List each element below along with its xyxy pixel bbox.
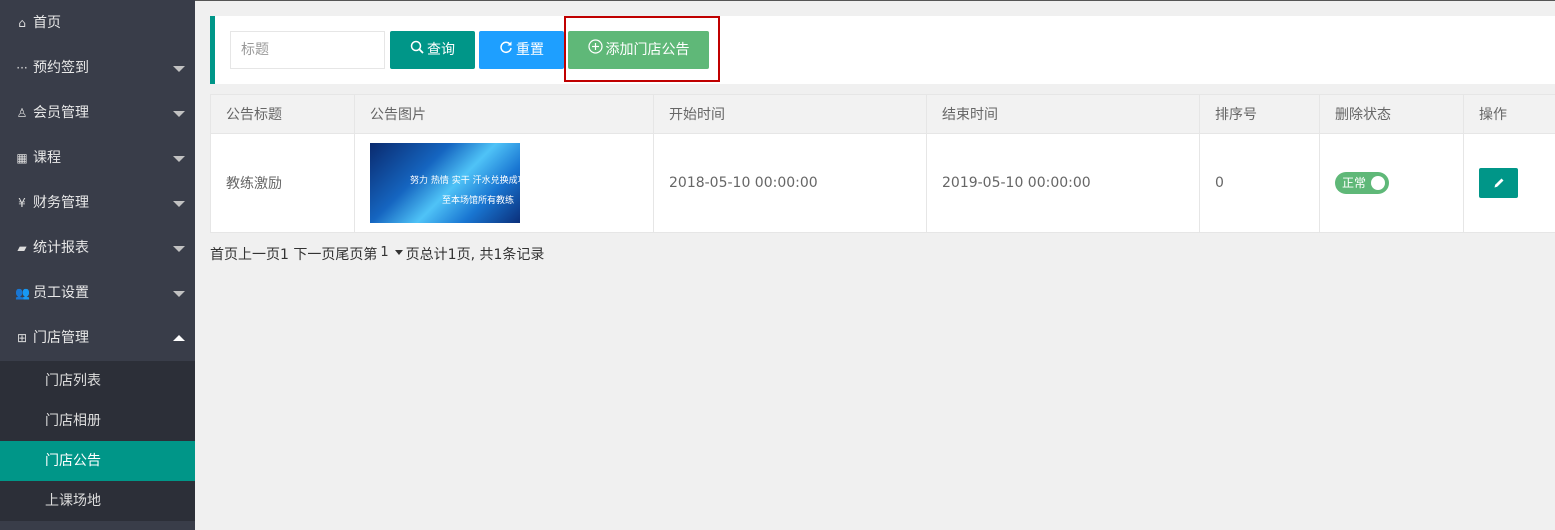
table-header-row: 公告标题 公告图片 开始时间 结束时间 排序号 删除状态 操作 bbox=[210, 94, 1555, 134]
column-header-image: 公告图片 bbox=[354, 94, 654, 134]
yen-icon: ¥ bbox=[18, 196, 26, 210]
sidebar-item-finance[interactable]: ¥ 财务管理 bbox=[0, 181, 195, 226]
refresh-icon bbox=[499, 31, 513, 69]
cell-sort: 0 bbox=[1199, 133, 1320, 233]
image-caption-2: 至本场馆所有教练 bbox=[442, 196, 515, 206]
top-border bbox=[0, 0, 1555, 1]
chevron-down-icon bbox=[173, 291, 185, 297]
status-label: 正常 bbox=[1342, 176, 1367, 190]
report-icon: ▰ bbox=[17, 241, 27, 255]
sidebar-subitem-store-album[interactable]: 门店相册 bbox=[0, 401, 195, 441]
cell-image: 努力 热情 实干 汗水兑换成功 至本场馆所有教练 bbox=[354, 133, 654, 233]
sidebar-item-label: 统计报表 bbox=[33, 240, 89, 256]
page-summary: 总计1页, 共1条记录 bbox=[419, 247, 545, 263]
cell-status: 正常 bbox=[1319, 133, 1464, 233]
sidebar-item-label: 财务管理 bbox=[33, 195, 89, 211]
sidebar: ⌂ 首页 ··· 预约签到 ♙ 会员管理 ▦ 课程 ¥ 财务管理 ▰ 统计报表 👥 员工设置 … bbox=[0, 0, 195, 530]
goto-prefix: 第 bbox=[363, 247, 378, 263]
store-submenu: 门店列表 门店相册 门店公告 上课场地 bbox=[0, 361, 195, 521]
edit-button[interactable] bbox=[1479, 168, 1518, 198]
sidebar-item-label: 课程 bbox=[33, 150, 61, 166]
sidebar-item-members[interactable]: ♙ 会员管理 bbox=[0, 91, 195, 136]
chevron-down-icon bbox=[173, 111, 185, 117]
goto-suffix: 页 bbox=[405, 247, 420, 263]
notice-image: 努力 热情 实干 汗水兑换成功 至本场馆所有教练 bbox=[370, 143, 520, 223]
column-header-start-time: 开始时间 bbox=[653, 94, 927, 134]
cell-actions bbox=[1463, 133, 1555, 233]
highlight-box bbox=[564, 16, 720, 82]
column-header-title: 公告标题 bbox=[210, 94, 355, 134]
reset-label: 重置 bbox=[516, 42, 544, 58]
dropdown-arrow-icon bbox=[394, 250, 403, 255]
last-page-link[interactable]: 尾页 bbox=[335, 247, 363, 263]
chevron-down-icon bbox=[173, 246, 185, 252]
sidebar-item-booking[interactable]: ··· 预约签到 bbox=[0, 46, 195, 91]
sidebar-item-label: 预约签到 bbox=[33, 60, 89, 76]
sidebar-item-store[interactable]: ⊞ 门店管理 bbox=[0, 316, 195, 361]
sidebar-subitem-store-notice[interactable]: 门店公告 bbox=[0, 441, 195, 481]
status-toggle[interactable]: 正常 bbox=[1335, 172, 1389, 194]
user-icon: ♙ bbox=[16, 106, 28, 120]
reset-button[interactable]: 重置 bbox=[479, 31, 564, 69]
toggle-knob bbox=[1371, 176, 1385, 190]
first-page-link[interactable]: 首页 bbox=[210, 247, 238, 263]
prev-page-link[interactable]: 上一页 bbox=[238, 247, 280, 263]
dots-icon: ··· bbox=[16, 61, 28, 75]
chevron-down-icon bbox=[173, 66, 185, 72]
title-search-input[interactable] bbox=[230, 31, 385, 69]
table-row: 教练激励 努力 热情 实干 汗水兑换成功 至本场馆所有教练 2018-05-10… bbox=[210, 133, 1555, 233]
grid-icon: ▦ bbox=[16, 151, 28, 165]
sidebar-item-label: 首页 bbox=[33, 15, 61, 31]
query-button[interactable]: 查询 bbox=[390, 31, 475, 69]
current-page: 1 bbox=[280, 247, 289, 263]
pencil-icon bbox=[1494, 178, 1503, 187]
pagination: 首页上一页1 下一页尾页第 1 页总计1页, 共1条记录 bbox=[210, 244, 544, 264]
chevron-down-icon bbox=[173, 156, 185, 162]
sidebar-item-courses[interactable]: ▦ 课程 bbox=[0, 136, 195, 181]
sidebar-item-label: 会员管理 bbox=[33, 105, 89, 121]
home-icon: ⌂ bbox=[18, 16, 26, 30]
query-label: 查询 bbox=[427, 42, 455, 58]
column-header-end-time: 结束时间 bbox=[926, 94, 1200, 134]
page-select[interactable]: 1 bbox=[378, 244, 405, 262]
cell-start-time: 2018-05-10 00:00:00 bbox=[653, 133, 927, 233]
sidebar-subitem-venue[interactable]: 上课场地 bbox=[0, 481, 195, 521]
store-icon: ⊞ bbox=[16, 331, 28, 345]
notice-table: 公告标题 公告图片 开始时间 结束时间 排序号 删除状态 操作 教练激励 努力 … bbox=[210, 94, 1555, 233]
page-select-value: 1 bbox=[380, 245, 389, 260]
sidebar-item-reports[interactable]: ▰ 统计报表 bbox=[0, 226, 195, 271]
chevron-down-icon bbox=[173, 201, 185, 207]
cell-end-time: 2019-05-10 00:00:00 bbox=[926, 133, 1200, 233]
chevron-up-icon bbox=[173, 335, 185, 341]
image-caption-1: 努力 热情 实干 汗水兑换成功 bbox=[410, 176, 520, 186]
users-icon: 👥 bbox=[15, 286, 30, 300]
sidebar-item-home[interactable]: ⌂ 首页 bbox=[0, 0, 195, 46]
cell-title: 教练激励 bbox=[210, 133, 355, 233]
sidebar-item-label: 员工设置 bbox=[33, 285, 89, 301]
next-page-link[interactable]: 下一页 bbox=[293, 247, 335, 263]
column-header-sort: 排序号 bbox=[1199, 94, 1320, 134]
sidebar-item-staff[interactable]: 👥 员工设置 bbox=[0, 271, 195, 316]
column-header-actions: 操作 bbox=[1463, 94, 1555, 134]
search-toolbar: 查询 重置 添加门店公告 bbox=[210, 16, 1555, 84]
sidebar-item-label: 门店管理 bbox=[33, 330, 89, 346]
column-header-status: 删除状态 bbox=[1319, 94, 1464, 134]
sidebar-subitem-store-list[interactable]: 门店列表 bbox=[0, 361, 195, 401]
search-icon bbox=[410, 31, 424, 69]
